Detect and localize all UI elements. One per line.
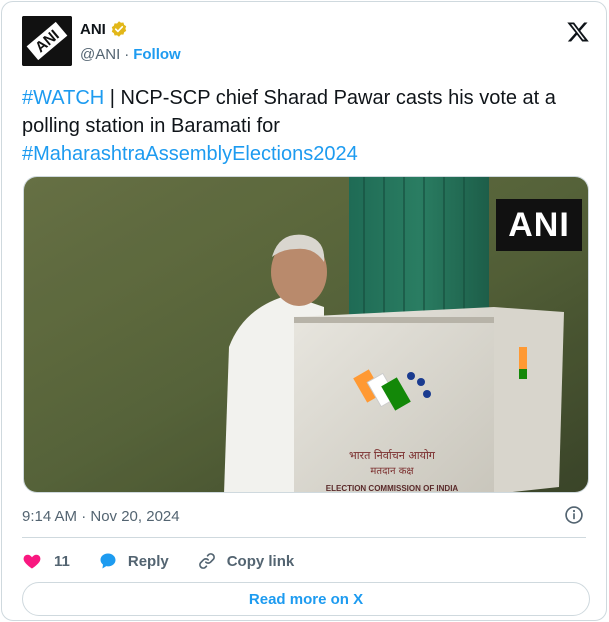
tweet-card: ANI ANI @ANI · Follow #WATCH | NCP-SCP c… — [1, 1, 607, 621]
verified-badge-icon — [111, 21, 127, 37]
handle[interactable]: @ANI — [80, 46, 120, 63]
read-more-button[interactable]: Read more on X — [22, 582, 590, 616]
like-count: 11 — [54, 552, 70, 570]
link-icon — [198, 553, 215, 569]
copy-link-label: Copy link — [226, 552, 295, 570]
divider — [22, 537, 586, 538]
name-row: ANI — [80, 20, 128, 38]
display-name[interactable]: ANI — [80, 21, 106, 38]
ani-watermark: ANI — [496, 199, 582, 251]
like-button[interactable]: 11 — [22, 551, 70, 571]
heart-icon — [23, 554, 41, 569]
action-bar: 11 Reply Copy link — [22, 548, 322, 574]
timestamp[interactable]: 9:14 AM · Nov 20, 2024 — [22, 508, 180, 525]
booth-label-hindi-1: भारत निर्वाचन आयोग — [349, 449, 436, 462]
copy-link-button[interactable]: Copy link — [197, 551, 295, 571]
avatar[interactable]: ANI — [22, 16, 72, 66]
tweet-header: ANI ANI @ANI · Follow — [22, 14, 590, 70]
tweet-text: #WATCH | NCP-SCP chief Sharad Pawar cast… — [22, 84, 592, 168]
follow-link[interactable]: Follow — [133, 46, 181, 63]
info-icon[interactable] — [564, 505, 584, 525]
separator: · — [124, 46, 130, 63]
reply-button[interactable]: Reply — [98, 551, 169, 571]
hashtag-election[interactable]: #MaharashtraAssemblyElections2024 — [22, 143, 358, 165]
reply-label: Reply — [127, 552, 169, 570]
reply-bubble-icon — [100, 553, 116, 569]
hashtag-watch[interactable]: #WATCH — [22, 87, 104, 109]
handle-row: @ANI · Follow — [80, 46, 181, 63]
booth-label-english: ELECTION COMMISSION OF INDIA — [326, 484, 459, 493]
booth-label-hindi-2: मतदान कक्ष — [370, 466, 414, 477]
x-logo-icon[interactable] — [566, 20, 590, 44]
ani-logo-icon: ANI — [22, 16, 72, 66]
tweet-video[interactable]: भारत निर्वाचन आयोग मतदान कक्ष ELECTION C… — [23, 176, 589, 493]
